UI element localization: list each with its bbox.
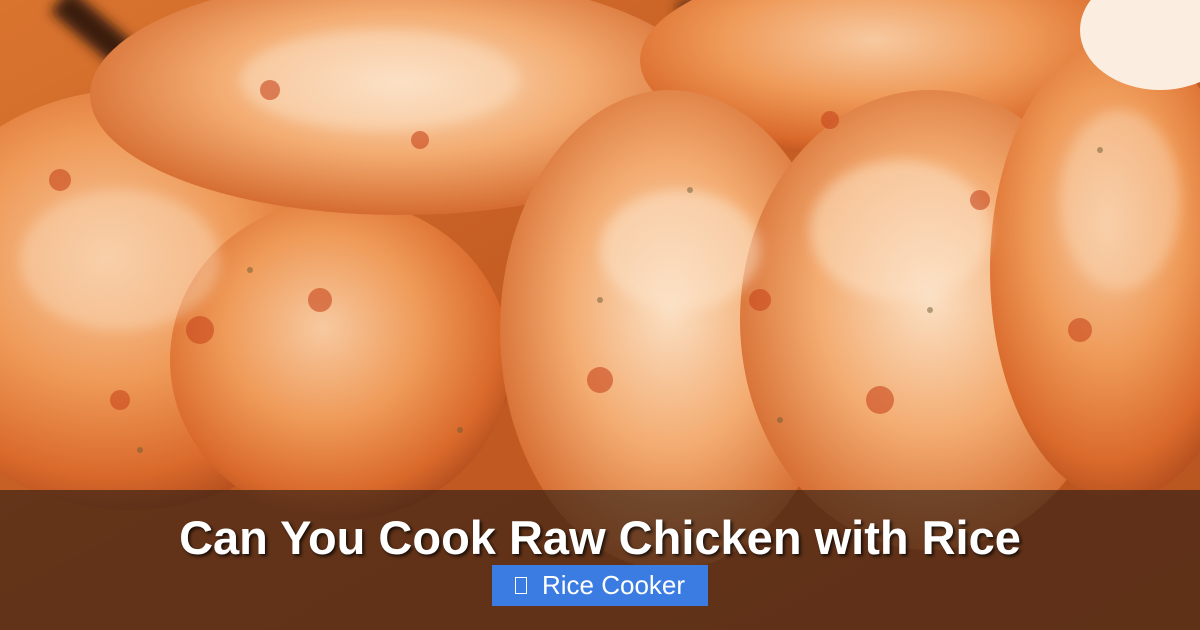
category-badge[interactable]: Rice Cooker <box>492 565 708 606</box>
category-label: Rice Cooker <box>541 570 686 600</box>
folder-icon <box>514 577 527 594</box>
hero-banner: Can You Cook Raw Chicken with Rice Rice … <box>0 0 1200 630</box>
page-title: Can You Cook Raw Chicken with Rice <box>179 511 1021 564</box>
